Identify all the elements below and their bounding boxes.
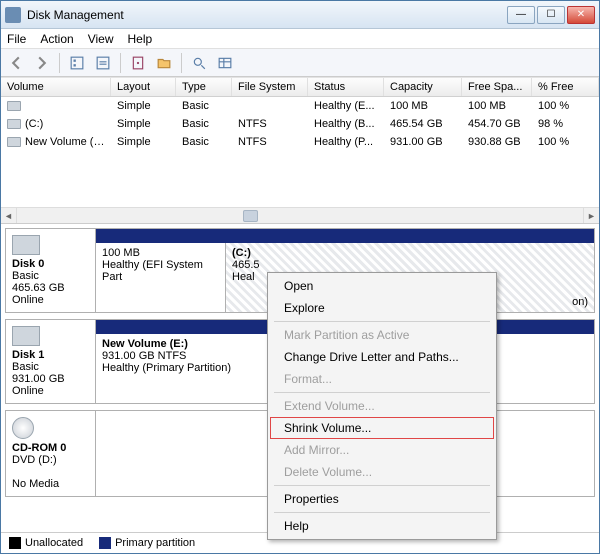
disk-label: CD-ROM 0 — [12, 442, 66, 454]
col-status[interactable]: Status — [308, 78, 384, 96]
disk-header[interactable]: Disk 1 Basic 931.00 GB Online — [6, 320, 96, 403]
menu-format: Format... — [270, 368, 494, 390]
col-pctfree[interactable]: % Free — [532, 78, 599, 96]
window-title: Disk Management — [27, 8, 507, 22]
col-capacity[interactable]: Capacity — [384, 78, 462, 96]
menu-help[interactable]: Help — [270, 515, 494, 537]
partition-name: (C:) — [232, 247, 251, 259]
legend-swatch-unallocated — [9, 537, 21, 549]
list-icon[interactable] — [214, 52, 236, 74]
scroll-left-icon[interactable]: ◄ — [1, 208, 17, 223]
volume-list: Volume Layout Type File System Status Ca… — [1, 77, 599, 224]
toolbar — [1, 49, 599, 77]
volume-row[interactable]: (C:) Simple Basic NTFS Healthy (B... 465… — [1, 115, 599, 133]
volume-list-header: Volume Layout Type File System Status Ca… — [1, 77, 599, 97]
back-button[interactable] — [5, 52, 27, 74]
disk-label: Disk 1 — [12, 349, 44, 361]
col-type[interactable]: Type — [176, 78, 232, 96]
titlebar: Disk Management — ☐ ✕ — [1, 1, 599, 29]
menu-extend-volume: Extend Volume... — [270, 395, 494, 417]
disk-icon — [12, 326, 40, 346]
menu-action[interactable]: Action — [40, 32, 73, 46]
col-volume[interactable]: Volume — [1, 78, 111, 96]
folder-icon[interactable] — [153, 52, 175, 74]
menu-file[interactable]: File — [7, 32, 26, 46]
menu-delete-volume: Delete Volume... — [270, 461, 494, 483]
drive-icon — [7, 101, 21, 111]
app-icon — [5, 7, 21, 23]
menu-change-drive-letter[interactable]: Change Drive Letter and Paths... — [270, 346, 494, 368]
menu-properties[interactable]: Properties — [270, 488, 494, 510]
col-layout[interactable]: Layout — [111, 78, 176, 96]
col-freespace[interactable]: Free Spa... — [462, 78, 532, 96]
drive-icon — [7, 119, 21, 129]
menubar: File Action View Help — [1, 29, 599, 49]
drive-icon — [7, 137, 21, 147]
partition-name: New Volume (E:) — [102, 338, 188, 350]
volume-row[interactable]: New Volume (E:) Simple Basic NTFS Health… — [1, 133, 599, 151]
forward-button[interactable] — [31, 52, 53, 74]
menu-explore[interactable]: Explore — [270, 297, 494, 319]
horizontal-scrollbar[interactable]: ◄ ► — [1, 207, 599, 223]
legend-swatch-primary — [99, 537, 111, 549]
context-menu: Open Explore Mark Partition as Active Ch… — [267, 272, 497, 540]
disk-label: Disk 0 — [12, 258, 44, 270]
scroll-thumb[interactable] — [243, 210, 258, 222]
menu-open[interactable]: Open — [270, 275, 494, 297]
menu-shrink-volume[interactable]: Shrink Volume... — [270, 417, 494, 439]
volume-row[interactable]: Simple Basic Healthy (E... 100 MB 100 MB… — [1, 97, 599, 115]
partition-efi[interactable]: 100 MB Healthy (EFI System Part — [96, 243, 226, 312]
scroll-right-icon[interactable]: ► — [583, 208, 599, 223]
cdrom-icon — [12, 417, 34, 439]
col-filesystem[interactable]: File System — [232, 78, 308, 96]
search-icon[interactable] — [188, 52, 210, 74]
menu-view[interactable]: View — [88, 32, 114, 46]
menu-add-mirror: Add Mirror... — [270, 439, 494, 461]
options-icon[interactable] — [66, 52, 88, 74]
minimize-button[interactable]: — — [507, 6, 535, 24]
disk-icon — [12, 235, 40, 255]
disk-header[interactable]: Disk 0 Basic 465.63 GB Online — [6, 229, 96, 312]
maximize-button[interactable]: ☐ — [537, 6, 565, 24]
close-button[interactable]: ✕ — [567, 6, 595, 24]
menu-mark-active: Mark Partition as Active — [270, 324, 494, 346]
refresh-icon[interactable] — [92, 52, 114, 74]
settings-icon[interactable] — [127, 52, 149, 74]
disk-header[interactable]: CD-ROM 0 DVD (D:) No Media — [6, 411, 96, 496]
menu-help[interactable]: Help — [128, 32, 153, 46]
